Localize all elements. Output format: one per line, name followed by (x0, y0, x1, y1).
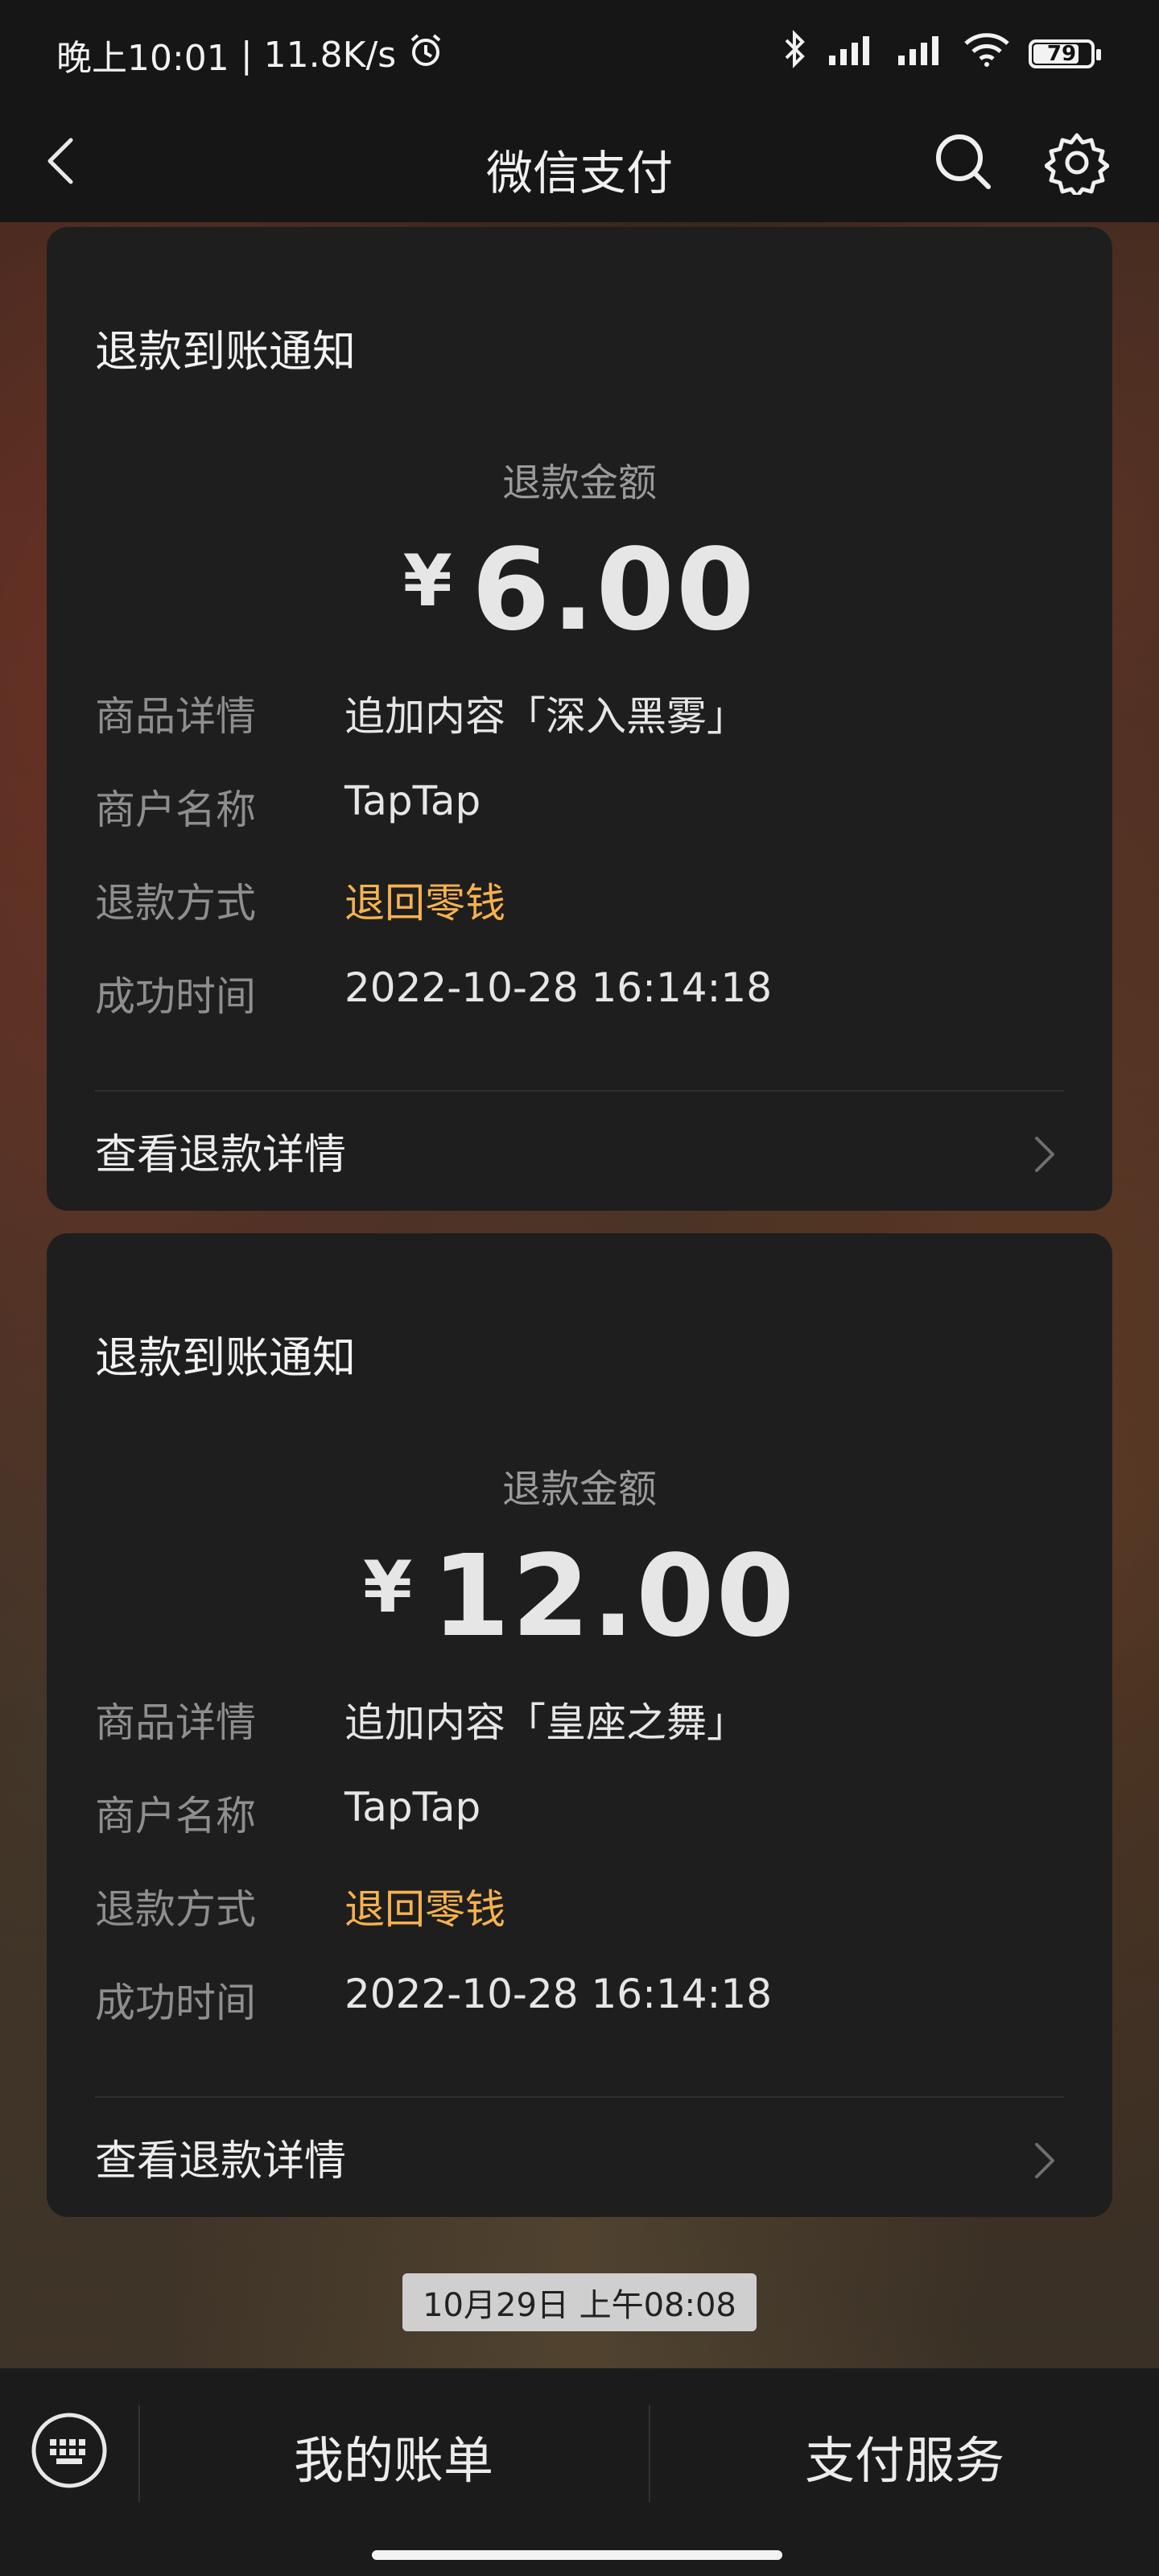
info-row: 商品详情 追加内容「深入黑雾」 (95, 684, 1064, 749)
keyboard-icon (31, 2413, 107, 2488)
card-title: 退款到账通知 (95, 326, 356, 377)
bluetooth-icon (782, 29, 806, 78)
wifi-icon (963, 31, 1011, 76)
status-time: 晚上10:01 (56, 38, 229, 79)
message-timestamp: 10月29日 上午08:08 (402, 2273, 757, 2331)
row-value: 追加内容「深入黑雾」 (344, 693, 747, 740)
search-button[interactable] (932, 130, 993, 192)
row-value: 追加内容「皇座之舞」 (344, 1699, 747, 1746)
amount-value: 6.00 (471, 525, 757, 656)
info-row: 退款方式 退回零钱 (95, 1877, 1064, 1942)
view-refund-details-link[interactable]: 查看退款详情 (95, 1121, 1064, 1193)
my-bill-button[interactable]: 我的账单 (140, 2420, 647, 2492)
row-key: 退款方式 (95, 880, 256, 927)
chevron-right-icon (1035, 1137, 1054, 1172)
row-key: 退款方式 (95, 1886, 256, 1933)
gear-icon (1044, 133, 1110, 199)
search-icon (936, 134, 991, 189)
home-indicator[interactable] (372, 2550, 782, 2560)
bottom-menu-bar: 我的账单 支付服务 (0, 2368, 1159, 2576)
chevron-right-icon (1035, 2143, 1054, 2178)
info-row: 商户名称 TapTap (95, 778, 1064, 842)
link-label: 查看退款详情 (95, 1131, 347, 1179)
row-value: 2022-10-28 16:14:18 (344, 964, 773, 1011)
battery-icon: 79 (1029, 39, 1101, 68)
row-value: 退回零钱 (344, 1886, 505, 1933)
row-key: 商户名称 (95, 1793, 256, 1839)
amount-value: 12.00 (431, 1531, 797, 1662)
info-row: 商户名称 TapTap (95, 1784, 1064, 1848)
row-value: 退回零钱 (344, 880, 505, 927)
divider (95, 1090, 1064, 1092)
row-key: 成功时间 (95, 973, 256, 1020)
info-row: 商品详情 追加内容「皇座之舞」 (95, 1690, 1064, 1755)
row-key: 商品详情 (95, 693, 256, 740)
row-value: TapTap (344, 1784, 481, 1831)
settings-button[interactable] (1044, 130, 1110, 199)
refund-amount: ¥6.00 (47, 525, 1112, 656)
status-bar: 晚上10:01 | 11.8K/s 79 (0, 0, 1159, 100)
refund-card: 退款到账通知 退款金额 ¥6.00 商品详情 追加内容「深入黑雾」 商户名称 T… (47, 227, 1112, 1211)
row-key: 商品详情 (95, 1699, 256, 1746)
signal-hd-icon-2 (893, 31, 945, 76)
divider (95, 2096, 1064, 2098)
alarm-icon (407, 32, 444, 78)
info-row: 退款方式 退回零钱 (95, 871, 1064, 935)
row-key: 商户名称 (95, 786, 256, 833)
status-separator: | (240, 34, 253, 76)
nav-bar: 微信支付 (0, 100, 1159, 222)
battery-level: 79 (1046, 41, 1077, 66)
card-title: 退款到账通知 (95, 1332, 356, 1383)
row-value: 2022-10-28 16:14:18 (344, 1971, 773, 2017)
amount-label: 退款金额 (501, 1467, 657, 1512)
refund-amount: ¥12.00 (47, 1531, 1112, 1662)
currency-symbol: ¥ (402, 539, 452, 622)
network-speed: 11.8K/s (263, 34, 397, 76)
row-key: 成功时间 (95, 1979, 256, 2026)
row-value: TapTap (344, 778, 481, 824)
info-row: 成功时间 2022-10-28 16:14:18 (95, 1971, 1064, 2035)
signal-hd-icon (824, 31, 876, 76)
refund-card: 退款到账通知 退款金额 ¥12.00 商品详情 追加内容「皇座之舞」 商户名称 … (47, 1233, 1112, 2217)
info-row: 成功时间 2022-10-28 16:14:18 (95, 964, 1064, 1029)
view-refund-details-link[interactable]: 查看退款详情 (95, 2127, 1064, 2199)
keyboard-toggle-button[interactable] (29, 2410, 109, 2491)
payment-services-button[interactable]: 支付服务 (650, 2420, 1159, 2492)
amount-label: 退款金额 (501, 460, 657, 506)
link-label: 查看退款详情 (95, 2137, 347, 2186)
currency-symbol: ¥ (362, 1546, 413, 1629)
